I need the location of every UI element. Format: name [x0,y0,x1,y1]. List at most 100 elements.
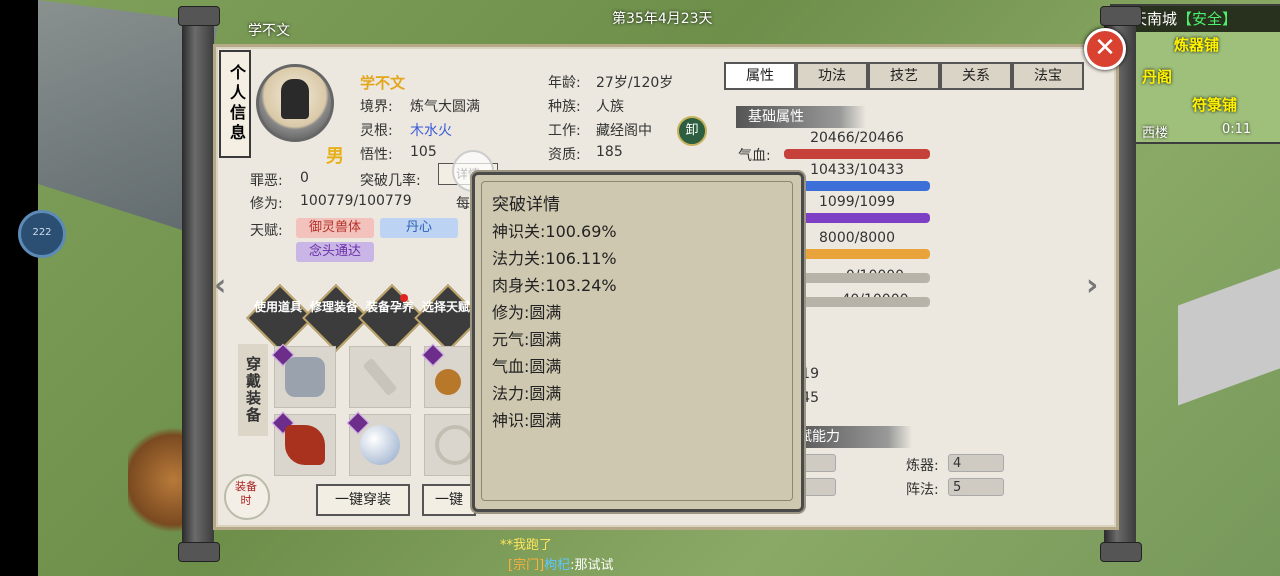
tab-attributes[interactable]: 属性 [724,62,796,90]
equip-slot[interactable] [346,411,411,476]
stat-bar [784,181,930,191]
aptitude-label: 资质: [548,147,581,163]
armor-icon [285,357,325,397]
race-label: 种族: [548,99,581,115]
popup-line: 法力关:106.11% [492,249,617,268]
formation-value: 5 [948,478,1004,496]
choose-talent-label: 选择天赋 [421,300,470,314]
orb-icon [360,425,400,465]
chat-line: **我跑了 [500,538,553,553]
cultivation-label: 修为: [250,196,283,212]
per-label: 每 [456,196,470,212]
stat-value: 20466/20466 [810,130,904,146]
stat-value: 8000/8000 [819,230,895,246]
popup-line: 法力:圆满 [492,384,562,403]
job-label: 工作: [548,123,581,139]
popup-line: 肉身关:103.24% [492,276,617,295]
chat-message: :那试试 [570,558,614,573]
unequip-all-button[interactable]: 一键 [422,484,476,516]
tab-techniques[interactable]: 功法 [796,62,868,90]
popup-line: 神识关:100.69% [492,222,617,241]
equipment-title: 穿戴装备 [238,344,268,436]
tab-relations[interactable]: 关系 [940,62,1012,90]
sword-icon [362,357,398,397]
age-value: 27岁/120岁 [596,75,674,91]
forge-value: 4 [948,454,1004,472]
avatar [256,64,334,142]
equip-seal-icon[interactable]: 装备时 [224,474,270,520]
equip-all-button[interactable]: 一键穿装 [316,484,410,516]
prev-arrow-icon[interactable]: ‹ [214,268,226,303]
notification-dot [400,294,408,302]
stat-bar [784,297,930,307]
job-value: 藏经阁中 [596,123,652,139]
stat-bar [784,213,930,223]
use-item-label: 使用道具 [253,300,302,314]
equip-slot[interactable] [271,343,336,408]
panel-vertical-title: 个人信息 [219,50,251,158]
tab-skills[interactable]: 技艺 [868,62,940,90]
minimap-shop-west[interactable]: 西楼 [1142,122,1168,141]
age-label: 年龄: [548,75,581,91]
close-icon: ✕ [1094,33,1116,63]
minimap-shop-pill[interactable]: 丹阁 [1142,66,1172,87]
popup-line: 神识:圆满 [492,411,562,430]
popup-line: 元气:圆满 [492,330,562,349]
talent-label: 天赋: [250,223,283,239]
popup-line: 气血:圆满 [492,357,562,376]
race-value: 人族 [596,99,624,115]
stat-value: 10433/10433 [810,162,904,178]
cultivation-value: 100779/100779 [300,193,412,209]
equip-slot[interactable] [271,411,336,476]
character-name: 学不文 [360,74,406,92]
aptitude-value: 185 [596,144,623,160]
amulet-icon [435,369,461,395]
stat-value: 1099/1099 [819,194,895,210]
talent-tag[interactable]: 丹心 [380,218,458,238]
sin-value: 0 [300,170,309,186]
hp-label: 气血: [738,148,771,164]
formation-label: 阵法: [906,482,939,498]
player-name-tag: 学不文 [248,23,290,39]
realm-label: 境界: [360,99,393,115]
ability-section-title: 赋能力 [792,426,912,448]
talent-tag[interactable]: 御灵兽体 [296,218,374,238]
close-button[interactable]: ✕ [1084,28,1126,70]
ring-icon [435,425,475,465]
stat-bar [784,273,930,283]
game-date: 第35年4月23天 [612,11,713,27]
realm-value: 炼气大圆满 [410,99,480,115]
boots-icon [285,425,325,465]
stat-bar [784,149,930,159]
forge-label: 炼器: [906,458,939,474]
next-arrow-icon[interactable]: › [1086,268,1098,303]
gender: 男 [326,146,344,167]
minimap-shop-talisman[interactable]: 符箓铺 [1192,94,1237,115]
minimap-shop-forge[interactable]: 炼器铺 [1174,34,1219,55]
chat-sender[interactable]: 枸杞 [544,558,570,573]
insight-label: 悟性: [360,147,393,163]
popup-line: 修为:圆满 [492,303,562,322]
sin-label: 罪恶: [250,173,283,189]
tab-treasures[interactable]: 法宝 [1012,62,1084,90]
equip-slot[interactable] [349,346,411,408]
stat-bar [784,249,930,259]
basic-attributes-title: 基础属性 [736,106,866,128]
equip-seal-label: 装备时 [235,480,257,507]
safety-status: 【安全】 [1177,10,1238,28]
breakthrough-label: 突破几率: [360,173,421,189]
map-road [1178,254,1280,406]
popup-title: 突破详情 [492,195,560,215]
breakthrough-popup: 突破详情 神识关:100.69% 法力关:106.11% 肉身关:103.24%… [472,172,804,512]
nurture-equipment-label: 装备孕养 [365,300,414,314]
insight-value: 105 [410,144,437,160]
scroll-rod-left [178,6,220,562]
unequip-job-button[interactable]: 卸 [677,116,707,146]
minimap-time: 0:11 [1222,122,1252,137]
chat-channel: [宗门] [508,558,545,573]
repair-equipment-label: 修理装备 [309,300,358,314]
talent-tag[interactable]: 念头通达 [296,242,374,262]
root-label: 灵根: [360,123,393,139]
chat-line[interactable]: [宗门]枸杞:那试试 [508,554,614,573]
side-menu-badge[interactable]: 222 [18,210,66,258]
